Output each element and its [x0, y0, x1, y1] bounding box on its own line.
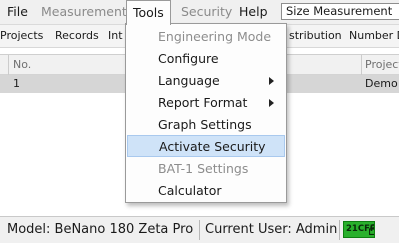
submenu-arrow-icon — [269, 99, 274, 107]
menuitem-label: Engineering Mode — [158, 29, 272, 44]
unlock-icon — [369, 224, 374, 235]
menuitem-calculator[interactable]: Calculator — [127, 180, 285, 202]
menuitem-label: Configure — [158, 51, 219, 66]
menuitem-report-format[interactable]: Report Format — [127, 92, 285, 114]
menuitem-label: Language — [158, 73, 220, 88]
menu-help[interactable]: Help — [233, 0, 274, 24]
menuitem-engineering-mode[interactable]: Engineering Mode — [127, 26, 285, 48]
menuitem-label: BAT-1 Settings — [158, 161, 249, 176]
tools-dropdown-menu: Engineering Mode Configure Language Repo… — [125, 23, 287, 203]
measurement-type-select[interactable]: Size Measurement — [281, 3, 399, 20]
menuitem-bat1-settings[interactable]: BAT-1 Settings — [127, 158, 285, 180]
menuitem-language[interactable]: Language — [127, 70, 285, 92]
menuitem-label: Activate Security — [159, 139, 266, 154]
status-divider — [339, 220, 340, 240]
menuitem-label: Calculator — [158, 183, 222, 198]
submenu-arrow-icon — [269, 77, 274, 85]
cell-project: Demo — [365, 77, 398, 90]
menu-measurement[interactable]: Measurement — [35, 0, 133, 24]
menuitem-label: Graph Settings — [158, 117, 252, 132]
cell-no: 1 — [13, 77, 20, 90]
column-header-no[interactable]: No. — [13, 55, 31, 74]
menuitem-label: Report Format — [158, 95, 248, 110]
menuitem-configure[interactable]: Configure — [127, 48, 285, 70]
cfr-status-badge[interactable]: 21CFR — [343, 221, 375, 238]
menu-file[interactable]: File — [1, 0, 34, 24]
tab-projects[interactable]: Projects — [0, 25, 43, 47]
tab-int[interactable]: Int — [108, 25, 123, 47]
status-divider — [199, 220, 200, 240]
status-current-user: Current User: Admin — [205, 222, 338, 237]
tab-records[interactable]: Records — [55, 25, 99, 47]
menu-bar: File Measurement Tools Security Help Siz… — [0, 0, 399, 25]
status-bar: Model: BeNano 180 Zeta Pro Current User:… — [0, 216, 399, 243]
tab-distribution[interactable]: stribution — [289, 25, 342, 47]
menu-security[interactable]: Security — [175, 0, 238, 24]
menuitem-graph-settings[interactable]: Graph Settings — [127, 114, 285, 136]
menu-tools[interactable]: Tools — [126, 0, 171, 25]
status-model: Model: BeNano 180 Zeta Pro — [7, 222, 194, 237]
menuitem-activate-security[interactable]: Activate Security — [127, 135, 285, 157]
column-header-project[interactable]: Project — [365, 55, 399, 74]
tab-number-distribution[interactable]: Number D — [349, 25, 399, 47]
